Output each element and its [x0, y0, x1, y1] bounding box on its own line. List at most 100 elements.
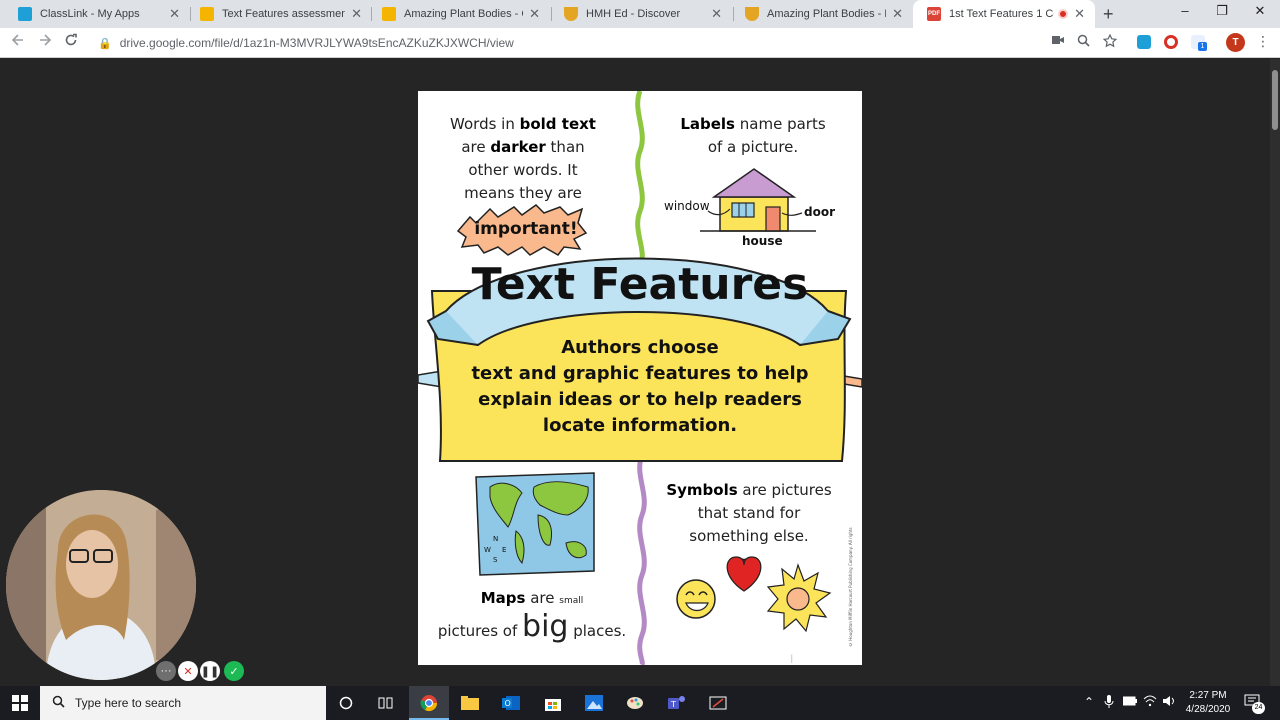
- chrome-icon[interactable]: [419, 693, 439, 713]
- snipping-tool-icon[interactable]: [708, 693, 728, 713]
- more-options-button[interactable]: ···: [156, 661, 176, 681]
- pause-recording-button[interactable]: ❚❚: [200, 661, 220, 681]
- cancel-recording-button[interactable]: ✕: [178, 661, 198, 681]
- url-text: drive.google.com/file/d/1az1n-M3MVRJLYWA…: [119, 36, 514, 50]
- reload-button[interactable]: [64, 33, 78, 51]
- address-bar[interactable]: 🔒 drive.google.com/file/d/1az1n-M3MVRJLY…: [90, 31, 1130, 55]
- tab-text-features-pdf[interactable]: PDF 1st Text Features 1 Color ✕: [913, 0, 1095, 28]
- close-icon[interactable]: ✕: [892, 6, 903, 22]
- screen: ClassLink - My Apps ✕ Text Features asse…: [0, 0, 1280, 720]
- camera-icon[interactable]: [1051, 34, 1065, 49]
- tab-hmh-discover[interactable]: HMH Ed - Discover ✕: [550, 0, 732, 28]
- star-icon[interactable]: [1102, 33, 1118, 51]
- classlink-extension-icon[interactable]: [1137, 35, 1151, 49]
- slides-favicon-icon: [200, 7, 214, 21]
- symbols-explanation: Symbols are pictures that stand for some…: [654, 479, 844, 548]
- file-explorer-icon[interactable]: [460, 693, 480, 713]
- text-line: means they are: [464, 184, 582, 202]
- clock-time: 2:27 PM: [1189, 690, 1227, 701]
- profile-avatar[interactable]: T: [1226, 33, 1245, 52]
- small-word: small: [559, 596, 584, 606]
- volume-icon[interactable]: [1162, 695, 1176, 710]
- webcam-bubble[interactable]: [6, 490, 196, 680]
- task-view-icon[interactable]: [376, 693, 396, 713]
- pdf-favicon-icon: PDF: [927, 7, 941, 21]
- banner-line: text and graphic features to help: [471, 363, 809, 384]
- text-line: of a picture.: [707, 138, 799, 156]
- close-icon[interactable]: ✕: [711, 6, 722, 22]
- clock-date: 4/28/2020: [1185, 704, 1231, 715]
- smiley-face: [676, 579, 716, 619]
- maximize-button[interactable]: ❐: [1207, 3, 1237, 19]
- tab-text-features-assessment[interactable]: Text Features assessment.pptx ✕: [186, 0, 372, 28]
- new-tab-button[interactable]: +: [1103, 4, 1114, 25]
- big-word: big: [522, 609, 569, 644]
- microsoft-store-icon[interactable]: [543, 693, 563, 713]
- paint-3d-icon[interactable]: [625, 693, 645, 713]
- teams-icon[interactable]: T: [667, 693, 687, 713]
- svg-text:T: T: [670, 700, 676, 709]
- back-button[interactable]: [11, 33, 25, 51]
- browser-toolbar: 🔒 drive.google.com/file/d/1az1n-M3MVRJLY…: [0, 28, 1280, 58]
- tab-amazing-plant-bodies-google[interactable]: Amazing Plant Bodies - Goog ✕: [368, 0, 550, 28]
- outlook-icon[interactable]: O: [501, 693, 521, 713]
- screencastify-extension-icon[interactable]: [1164, 35, 1178, 49]
- label-window: window: [664, 199, 710, 213]
- zoom-icon[interactable]: [1077, 34, 1090, 50]
- close-icon[interactable]: ✕: [529, 6, 540, 22]
- show-hidden-icons-chevron-up-icon[interactable]: ⌃: [1084, 695, 1094, 709]
- battery-icon[interactable]: [1122, 695, 1137, 709]
- system-clock[interactable]: 2:27 PM 4/28/2020: [1180, 689, 1236, 717]
- tab-title: ClassLink - My Apps: [40, 8, 140, 20]
- copyright-notice: © Houghton Mifflin Harcourt Publishing C…: [848, 527, 853, 647]
- windows-start-button[interactable]: [12, 695, 28, 716]
- banner-line: explain ideas or to help readers: [478, 389, 802, 410]
- text-span: places.: [568, 622, 627, 640]
- bold-span: bold text: [519, 115, 596, 133]
- photos-icon[interactable]: [584, 693, 604, 713]
- close-window-button[interactable]: ✕: [1245, 3, 1275, 19]
- close-icon[interactable]: ✕: [1074, 6, 1085, 22]
- tab-strip: ClassLink - My Apps ✕ Text Features asse…: [0, 0, 1280, 28]
- heart-shape-main: [726, 556, 762, 592]
- bold-text-explanation: Words in bold text are darker than other…: [438, 113, 608, 205]
- close-icon[interactable]: ✕: [351, 6, 362, 22]
- arrow-left-icon: [11, 34, 23, 46]
- arrow-right-icon: [40, 34, 52, 46]
- banner-line: locate information.: [542, 415, 738, 436]
- tab-amazing-plant-bodies-hmh[interactable]: Amazing Plant Bodies - HMH ✕: [731, 0, 913, 28]
- windows-taskbar: Type here to search O T ⌃ 2:27 PM 4/28/2…: [0, 686, 1280, 720]
- wifi-icon[interactable]: [1143, 695, 1157, 710]
- banner-body: Authors choose text and graphic features…: [458, 335, 822, 439]
- action-center-button[interactable]: 24: [1244, 694, 1265, 714]
- forward-button[interactable]: [38, 33, 52, 51]
- compass-s: S: [493, 556, 498, 564]
- tab-classlink[interactable]: ClassLink - My Apps ✕: [4, 0, 190, 28]
- menu-kebab-icon[interactable]: ⋮: [1256, 33, 1270, 50]
- cortana-icon[interactable]: [336, 693, 356, 713]
- recording-indicator-icon: [1058, 9, 1069, 19]
- microphone-icon[interactable]: [1104, 695, 1114, 712]
- reload-icon: [65, 33, 77, 46]
- text-span: pictures of: [437, 622, 523, 640]
- compass-n: N: [493, 535, 499, 543]
- text-line: something else.: [689, 527, 809, 545]
- bold-span: Symbols: [666, 481, 738, 499]
- minimize-button[interactable]: –: [1170, 3, 1200, 18]
- scrollbar-thumb[interactable]: [1272, 70, 1278, 130]
- green-divider: [635, 91, 645, 268]
- compass-rose: N W E S: [484, 535, 508, 565]
- text-span: than: [545, 138, 585, 156]
- tab-title: Text Features assessment.pptx: [222, 8, 346, 20]
- text-line: other words. It: [468, 161, 578, 179]
- bold-span: Maps: [480, 589, 526, 607]
- text-span: are: [525, 589, 560, 607]
- scrollbar-track[interactable]: [1270, 59, 1280, 686]
- extension-icon[interactable]: 1: [1191, 35, 1207, 51]
- finish-recording-button[interactable]: ✓: [224, 661, 244, 681]
- taskbar-search-box[interactable]: Type here to search: [40, 686, 326, 720]
- windows-logo-icon: [12, 695, 28, 711]
- search-icon: [52, 695, 65, 711]
- bold-span: darker: [490, 138, 546, 156]
- close-icon[interactable]: ✕: [169, 6, 180, 22]
